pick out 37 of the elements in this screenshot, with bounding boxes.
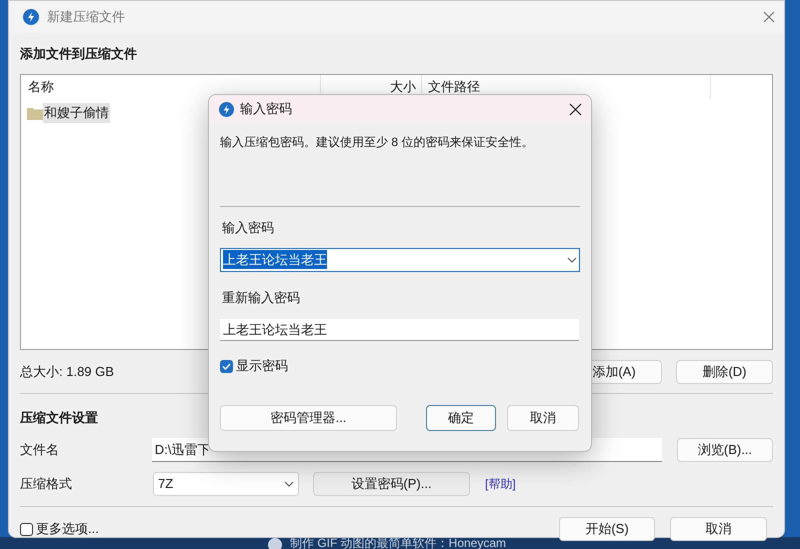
- hint-text: 输入压缩包密码。建议使用至少 8 位的密码来保证安全性。: [220, 134, 534, 151]
- app-icon: [23, 9, 39, 25]
- browse-button[interactable]: 浏览(B)...: [676, 438, 773, 462]
- set-password-button[interactable]: 设置密码(P)...: [313, 472, 470, 496]
- password-manager-button[interactable]: 密码管理器...: [220, 405, 397, 431]
- checkbox[interactable]: [20, 522, 33, 536]
- section-title: 压缩文件设置: [20, 409, 98, 426]
- format-dropdown[interactable]: 7Z: [153, 472, 299, 496]
- checkbox[interactable]: [220, 360, 233, 372]
- caret-icon: [567, 256, 577, 262]
- field-label: 输入密码: [222, 219, 275, 237]
- field-label: 文件名: [20, 441, 60, 460]
- app-icon: [219, 102, 234, 116]
- section-title: 添加文件到压缩文件: [20, 45, 137, 62]
- total-size-label: 总大小: 1.89 GB: [20, 363, 114, 382]
- close-icon[interactable]: [569, 102, 582, 116]
- dialog-title: 输入密码: [240, 100, 292, 118]
- window-title: 新建压缩文件: [47, 8, 125, 26]
- field-label: 压缩格式: [20, 475, 73, 494]
- folder-icon: [27, 106, 43, 120]
- column-header[interactable]: 大小: [390, 77, 416, 97]
- cancel-button[interactable]: 取消: [507, 405, 579, 431]
- password-field[interactable]: 上老王论坛当老王: [220, 248, 580, 272]
- retype-password-field[interactable]: 上老王论坛当老王: [220, 319, 579, 341]
- check-icon: [222, 362, 231, 370]
- checkbox-label: 显示密码: [236, 357, 288, 376]
- file-name[interactable]: 和嫂子偷情: [43, 103, 110, 123]
- checkbox-label: 更多选项...: [36, 520, 100, 538]
- caret-icon: [284, 481, 294, 487]
- column-header[interactable]: 名称: [28, 77, 54, 97]
- cancel-button[interactable]: 取消: [670, 517, 767, 541]
- ok-button[interactable]: 确定: [426, 405, 496, 431]
- help-link[interactable]: [帮助]: [485, 475, 516, 493]
- delete-button[interactable]: 删除(D): [676, 360, 773, 384]
- start-button[interactable]: 开始(S): [559, 517, 655, 541]
- column-header[interactable]: 文件路径: [428, 77, 480, 97]
- field-label: 重新输入密码: [222, 288, 301, 306]
